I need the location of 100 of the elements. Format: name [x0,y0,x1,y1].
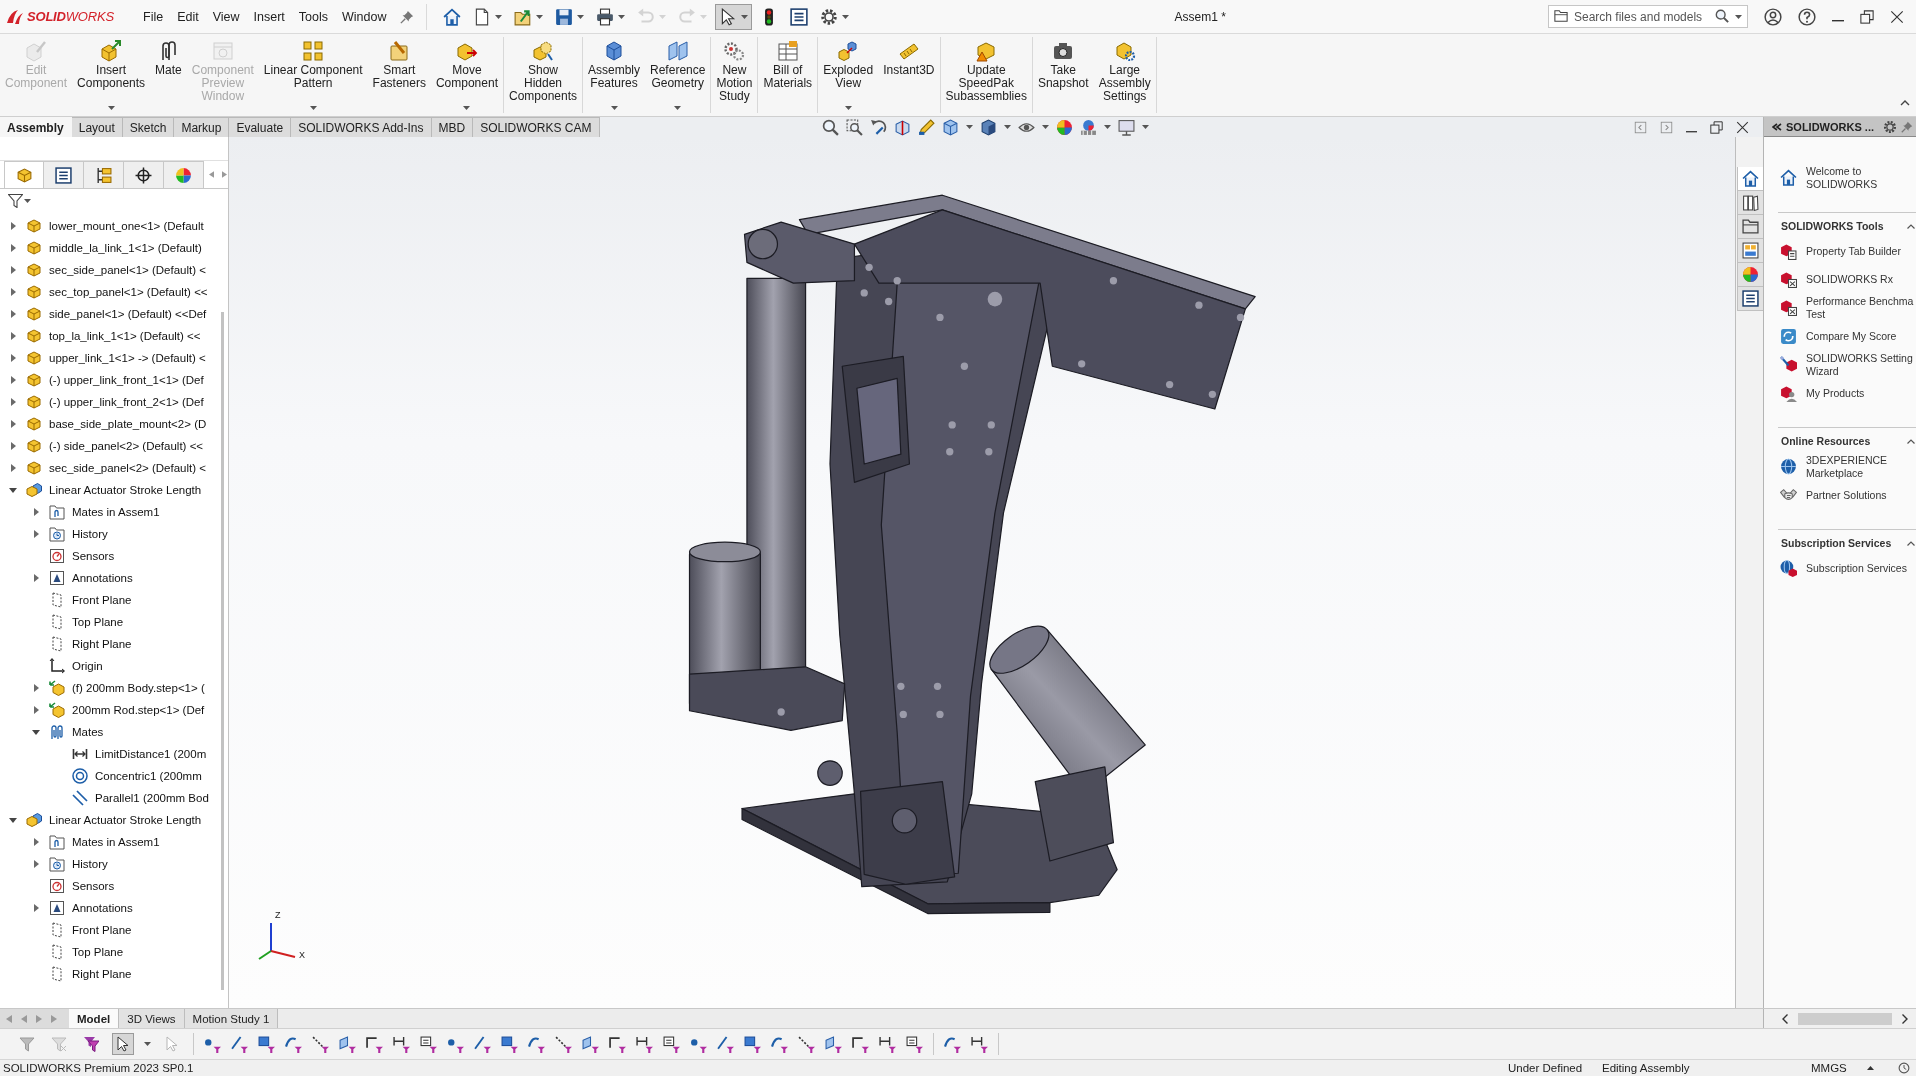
filter-icon[interactable] [501,1035,518,1053]
tree-item[interactable]: upper_link_1<1> -> (Default) < [49,352,206,364]
tree-item[interactable]: Linear Actuator Stroke Length [49,484,202,496]
filter-icon[interactable] [8,194,23,208]
filter-icon[interactable] [636,1035,653,1053]
tree-item[interactable]: History [72,528,108,540]
filter-icon[interactable] [285,1035,302,1053]
tree-item[interactable]: Front Plane [72,924,132,936]
caret-up-icon[interactable] [1867,1066,1874,1070]
task-pane-link[interactable]: Compare My Score [1806,329,1897,343]
caret-icon[interactable] [144,1042,151,1046]
caret-icon[interactable] [1735,15,1742,19]
expand-arrow-icon[interactable] [33,574,39,582]
filter-icon[interactable] [944,1035,961,1053]
task-pane-link[interactable]: SOLIDWORKS Setting Wizard [1806,352,1913,377]
command-tab[interactable]: Layout [71,117,123,137]
filter-icon[interactable] [420,1035,437,1053]
nav-arrow-icon[interactable] [209,171,214,178]
panel-tab[interactable] [124,161,164,188]
scrollbar[interactable] [1798,1012,1892,1025]
tree-item[interactable]: Annotations [72,572,133,584]
shaded-box-icon[interactable] [979,118,997,136]
ribbon-button[interactable]: Bill of Materials [758,37,818,113]
task-pane-tab[interactable] [1737,215,1763,239]
expand-arrow-icon[interactable] [33,530,39,538]
section-title[interactable]: Online Resources [1781,435,1907,447]
monitor-icon[interactable] [1117,118,1135,136]
caret-icon[interactable] [1003,125,1011,129]
ribbon-button[interactable]: Show Hidden Components [503,37,582,113]
tree-item[interactable]: Right Plane [72,638,132,650]
tree-item[interactable]: Mates [72,726,104,738]
filter-icon[interactable] [609,1035,626,1053]
zoom-area-icon[interactable] [845,118,863,136]
chevron-up-icon[interactable] [1907,540,1915,546]
caret-icon[interactable] [965,125,973,129]
task-pane-link[interactable]: Partner Solutions [1806,488,1887,502]
tile-left-icon[interactable] [1634,120,1647,134]
expand-arrow-icon[interactable] [10,398,16,406]
clock-icon[interactable] [1898,1062,1910,1074]
filter-icon[interactable] [393,1035,410,1053]
scene-icon[interactable] [1079,118,1097,136]
tree-item[interactable]: (-) upper_link_front_1<1> (Def [49,374,204,386]
tree-item[interactable]: Parallel1 (200mm Bod [95,792,209,804]
tree-item[interactable]: middle_la_link_1<1> (Default) [49,242,202,254]
tree-item[interactable]: sec_top_panel<1> (Default) << [49,286,208,298]
tree-item[interactable]: top_la_link_1<1> (Default) << [49,330,201,342]
filter-icon[interactable] [717,1035,734,1053]
chevron-up-icon[interactable] [1900,100,1910,106]
command-tab[interactable]: MBD [431,117,474,137]
expand-arrow-icon[interactable] [33,838,39,846]
task-pane-link[interactable]: Performance Benchma Test [1806,295,1914,320]
filter-icon[interactable] [258,1035,275,1053]
expand-arrow-icon[interactable] [33,860,39,868]
task-pane-link[interactable]: Subscription Services [1806,561,1907,575]
menu-item[interactable]: Tools [291,9,336,24]
tree-item[interactable]: Front Plane [72,594,132,606]
tree-item[interactable]: (-) side_panel<2> (Default) << [49,440,204,452]
section-title[interactable]: Subscription Services [1781,537,1907,549]
pin-icon[interactable] [1901,120,1913,133]
scrollbar[interactable] [221,312,224,990]
minimize-icon[interactable] [1832,19,1844,22]
model-tab[interactable]: Motion Study 1 [184,1009,279,1028]
ribbon-button[interactable]: Take Snapshot [1032,37,1094,113]
magnifier-icon[interactable] [821,118,839,136]
filter-icon[interactable] [744,1035,761,1053]
pointer-icon[interactable] [112,1033,134,1055]
pin-icon[interactable] [399,9,414,24]
model-tab[interactable]: 3D Views [119,1009,185,1028]
close-icon[interactable] [1736,120,1749,134]
scroll-left-icon[interactable] [1782,1013,1788,1024]
task-pane-link[interactable]: Welcome to SOLIDWORKS [1806,165,1878,190]
expand-arrow-icon[interactable] [33,904,39,912]
expand-arrow-icon[interactable] [10,354,16,362]
ribbon-button[interactable]: Reference Geometry [645,37,711,113]
curved-arrow-icon[interactable] [869,118,887,136]
filter-icon[interactable] [798,1035,815,1053]
tree-item[interactable]: (f) 200mm Body.step<1> ( [72,682,205,694]
minimize-icon[interactable] [1686,130,1697,133]
filter-icon[interactable] [231,1035,248,1053]
tree-item[interactable]: Sensors [72,880,115,892]
expand-arrow-icon[interactable] [10,288,16,296]
command-tab[interactable]: Evaluate [229,117,292,137]
tree-item[interactable]: Sensors [72,550,115,562]
collapse-arrow-icon[interactable] [32,729,40,735]
command-tab[interactable]: SOLIDWORKS Add-Ins [291,117,432,137]
expand-arrow-icon[interactable] [10,244,16,252]
close-icon[interactable] [1890,9,1904,24]
tree-item[interactable]: Annotations [72,902,133,914]
caret-icon[interactable] [1041,125,1049,129]
tree-item[interactable]: (-) upper_link_front_2<1> (Def [49,396,204,408]
restore-icon[interactable] [1710,120,1723,134]
task-pane-link[interactable]: 3DEXPERIENCE Marketplace [1806,454,1888,479]
view-cube-icon[interactable] [941,118,959,136]
task-pane-tab[interactable] [1737,287,1763,311]
filter-icon[interactable] [582,1035,599,1053]
task-pane-tab[interactable] [1737,191,1763,215]
tree-item[interactable]: Right Plane [72,968,132,980]
restore-icon[interactable] [1860,9,1874,24]
filter-icon[interactable] [825,1035,842,1053]
task-pane-link[interactable]: SOLIDWORKS Rx [1806,272,1893,286]
